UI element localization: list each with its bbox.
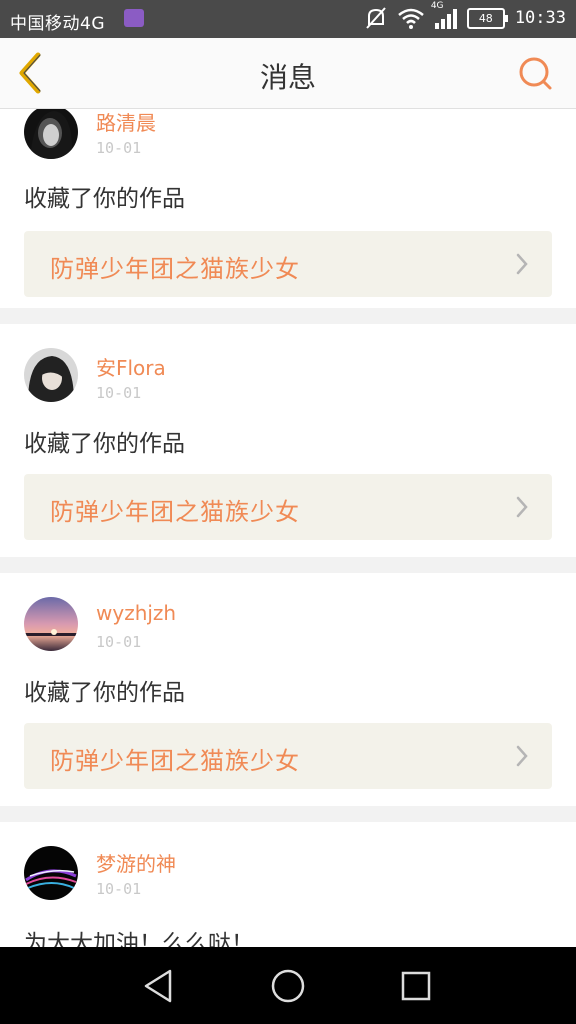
clock: 10:33 (514, 8, 566, 28)
message-date: 10-01 (96, 880, 142, 898)
username[interactable]: 路清晨 (96, 109, 156, 136)
avatar[interactable] (24, 109, 78, 159)
username[interactable]: 安Flora (96, 352, 166, 381)
message-text: 收藏了你的作品 (24, 680, 185, 706)
username[interactable]: 梦游的神 (96, 848, 176, 877)
username[interactable]: wyzhjzh (96, 601, 176, 625)
page-title: 消息 (259, 61, 316, 94)
message-card: 梦游的神 10-01 为大大加油！么么哒！ (0, 822, 576, 947)
avatar[interactable] (24, 846, 78, 900)
message-text: 收藏了你的作品 (24, 186, 185, 212)
work-title: 防弹少年团之猫族少女 (50, 255, 300, 283)
app-notification-icon (124, 9, 144, 27)
message-text: 收藏了你的作品 (24, 431, 185, 457)
battery-icon: 48 (466, 7, 508, 29)
home-circle-icon[interactable] (269, 967, 307, 1005)
network-type-label: 4G (430, 1, 444, 11)
search-button[interactable] (518, 56, 554, 92)
avatar[interactable] (24, 597, 78, 651)
recents-square-icon[interactable] (397, 967, 435, 1005)
avatar[interactable] (24, 348, 78, 402)
work-link[interactable]: 防弹少年团之猫族少女 (24, 723, 552, 789)
signal-icon: 4G (431, 1, 457, 29)
search-icon (519, 57, 552, 90)
work-link[interactable]: 防弹少年团之猫族少女 (24, 474, 552, 540)
status-icons: 4G 48 10:33 (365, 1, 566, 30)
work-link[interactable]: 防弹少年团之猫族少女 (24, 231, 552, 297)
back-triangle-icon[interactable] (140, 967, 178, 1005)
mute-icon (366, 7, 386, 29)
message-card: 路清晨 10-01 收藏了你的作品 防弹少年团之猫族少女 (0, 109, 576, 308)
message-text: 为大大加油！么么哒！ (24, 931, 254, 947)
message-date: 10-01 (96, 384, 142, 402)
app-header: 消息 (0, 38, 576, 109)
status-bar: 中国移动4G 4G 48 10:33 (0, 0, 576, 38)
message-card: wyzhjzh 10-01 收藏了你的作品 防弹少年团之猫族少女 (0, 573, 576, 806)
work-title: 防弹少年团之猫族少女 (50, 747, 300, 775)
carrier-label: 中国移动4G (10, 14, 105, 34)
message-list[interactable]: 路清晨 10-01 收藏了你的作品 防弹少年团之猫族少女 安Flora 10-0… (0, 109, 576, 947)
chevron-right-icon (516, 745, 528, 767)
message-card: 安Flora 10-01 收藏了你的作品 防弹少年团之猫族少女 (0, 324, 576, 557)
work-title: 防弹少年团之猫族少女 (50, 498, 300, 526)
wifi-icon (398, 8, 424, 29)
message-date: 10-01 (96, 139, 142, 157)
chevron-right-icon (516, 496, 528, 518)
system-nav-bar (0, 947, 576, 1024)
chevron-right-icon (516, 253, 528, 275)
message-date: 10-01 (96, 633, 142, 651)
